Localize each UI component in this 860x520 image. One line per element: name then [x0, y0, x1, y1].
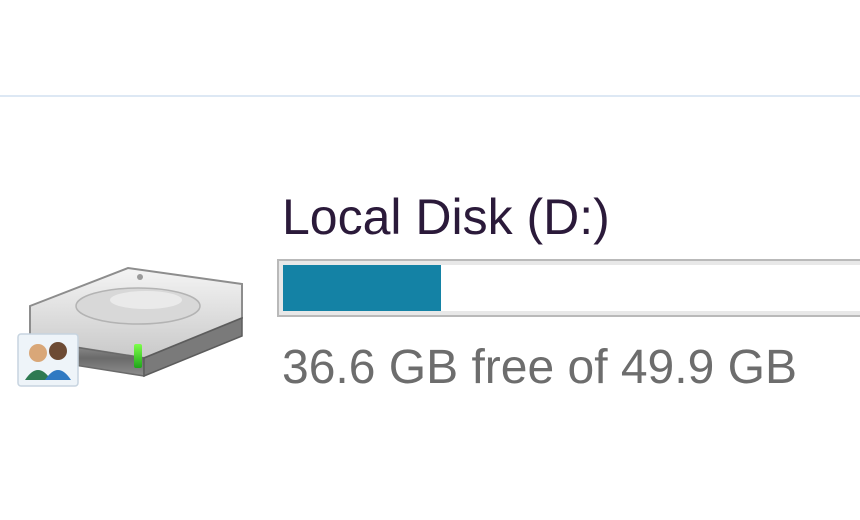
hard-drive-icon	[16, 260, 252, 388]
shared-users-icon	[17, 333, 79, 387]
drive-free-space: 36.6 GB free of 49.9 GB	[282, 341, 797, 394]
drive-name: Local Disk (D:)	[282, 189, 610, 245]
drive-usage-track	[283, 265, 860, 311]
divider	[0, 95, 860, 97]
drive-usage-bar	[277, 259, 860, 317]
drive-usage-fill	[283, 265, 442, 311]
drive-item-local-disk-d[interactable]: Local Disk (D:) 36.6 GB free of 49.9 GB	[0, 180, 860, 410]
